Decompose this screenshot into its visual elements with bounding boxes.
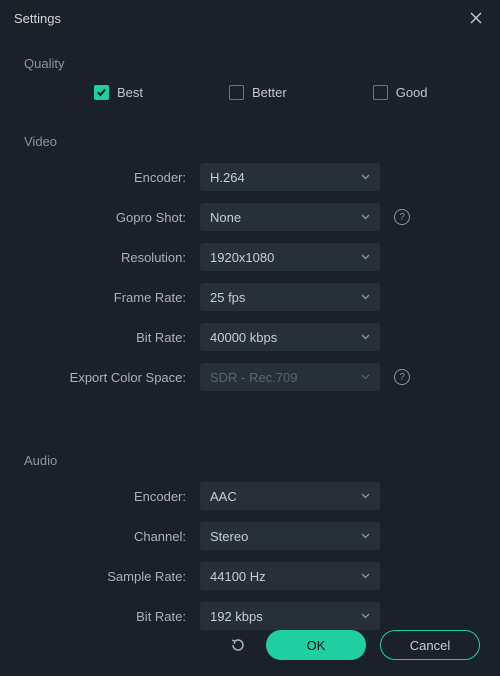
audio-bitrate-label: Bit Rate: [24,609,200,624]
video-framerate-select[interactable]: 25 fps [200,283,380,311]
audio-channel-label: Channel: [24,529,200,544]
ok-button[interactable]: OK [266,630,366,660]
chevron-down-icon [360,372,370,382]
video-framerate-label: Frame Rate: [24,290,200,305]
checkbox-icon [94,85,109,100]
undo-icon [229,636,247,654]
audio-section-label: Audio [24,453,496,468]
chevron-down-icon [360,531,370,541]
select-value: 44100 Hz [210,569,266,584]
quality-better[interactable]: Better [229,85,287,100]
checkbox-icon [373,85,388,100]
checkbox-icon [229,85,244,100]
select-value: H.264 [210,170,245,185]
quality-better-label: Better [252,85,287,100]
titlebar: Settings [0,0,500,36]
audio-channel-select[interactable]: Stereo [200,522,380,550]
video-colorspace-select: SDR - Rec.709 [200,363,380,391]
video-encoder-select[interactable]: H.264 [200,163,380,191]
select-value: 40000 kbps [210,330,277,345]
close-icon[interactable] [466,8,486,28]
chevron-down-icon [360,491,370,501]
video-gopro-label: Gopro Shot: [24,210,200,225]
chevron-down-icon [360,332,370,342]
quality-best-label: Best [117,85,143,100]
select-value: None [210,210,241,225]
help-icon[interactable]: ? [394,209,410,225]
video-colorspace-label: Export Color Space: [24,370,200,385]
chevron-down-icon [360,252,370,262]
quality-best[interactable]: Best [94,85,143,100]
select-value: Stereo [210,529,248,544]
chevron-down-icon [360,212,370,222]
chevron-down-icon [360,611,370,621]
cancel-button[interactable]: Cancel [380,630,480,660]
footer: OK Cancel [0,630,500,660]
select-value: SDR - Rec.709 [210,370,297,385]
chevron-down-icon [360,292,370,302]
audio-bitrate-select[interactable]: 192 kbps [200,602,380,630]
quality-good[interactable]: Good [373,85,428,100]
audio-encoder-select[interactable]: AAC [200,482,380,510]
reset-button[interactable] [224,631,252,659]
quality-good-label: Good [396,85,428,100]
audio-encoder-label: Encoder: [24,489,200,504]
video-bitrate-select[interactable]: 40000 kbps [200,323,380,351]
select-value: 25 fps [210,290,245,305]
select-value: 1920x1080 [210,250,274,265]
video-resolution-select[interactable]: 1920x1080 [200,243,380,271]
video-section-label: Video [24,134,496,149]
select-value: AAC [210,489,237,504]
audio-samplerate-label: Sample Rate: [24,569,200,584]
audio-samplerate-select[interactable]: 44100 Hz [200,562,380,590]
select-value: 192 kbps [210,609,263,624]
chevron-down-icon [360,172,370,182]
window-title: Settings [14,11,61,26]
video-resolution-label: Resolution: [24,250,200,265]
chevron-down-icon [360,571,370,581]
help-icon[interactable]: ? [394,369,410,385]
quality-section-label: Quality [24,56,496,71]
video-bitrate-label: Bit Rate: [24,330,200,345]
video-gopro-select[interactable]: None [200,203,380,231]
video-encoder-label: Encoder: [24,170,200,185]
quality-options: Best Better Good [24,85,496,100]
